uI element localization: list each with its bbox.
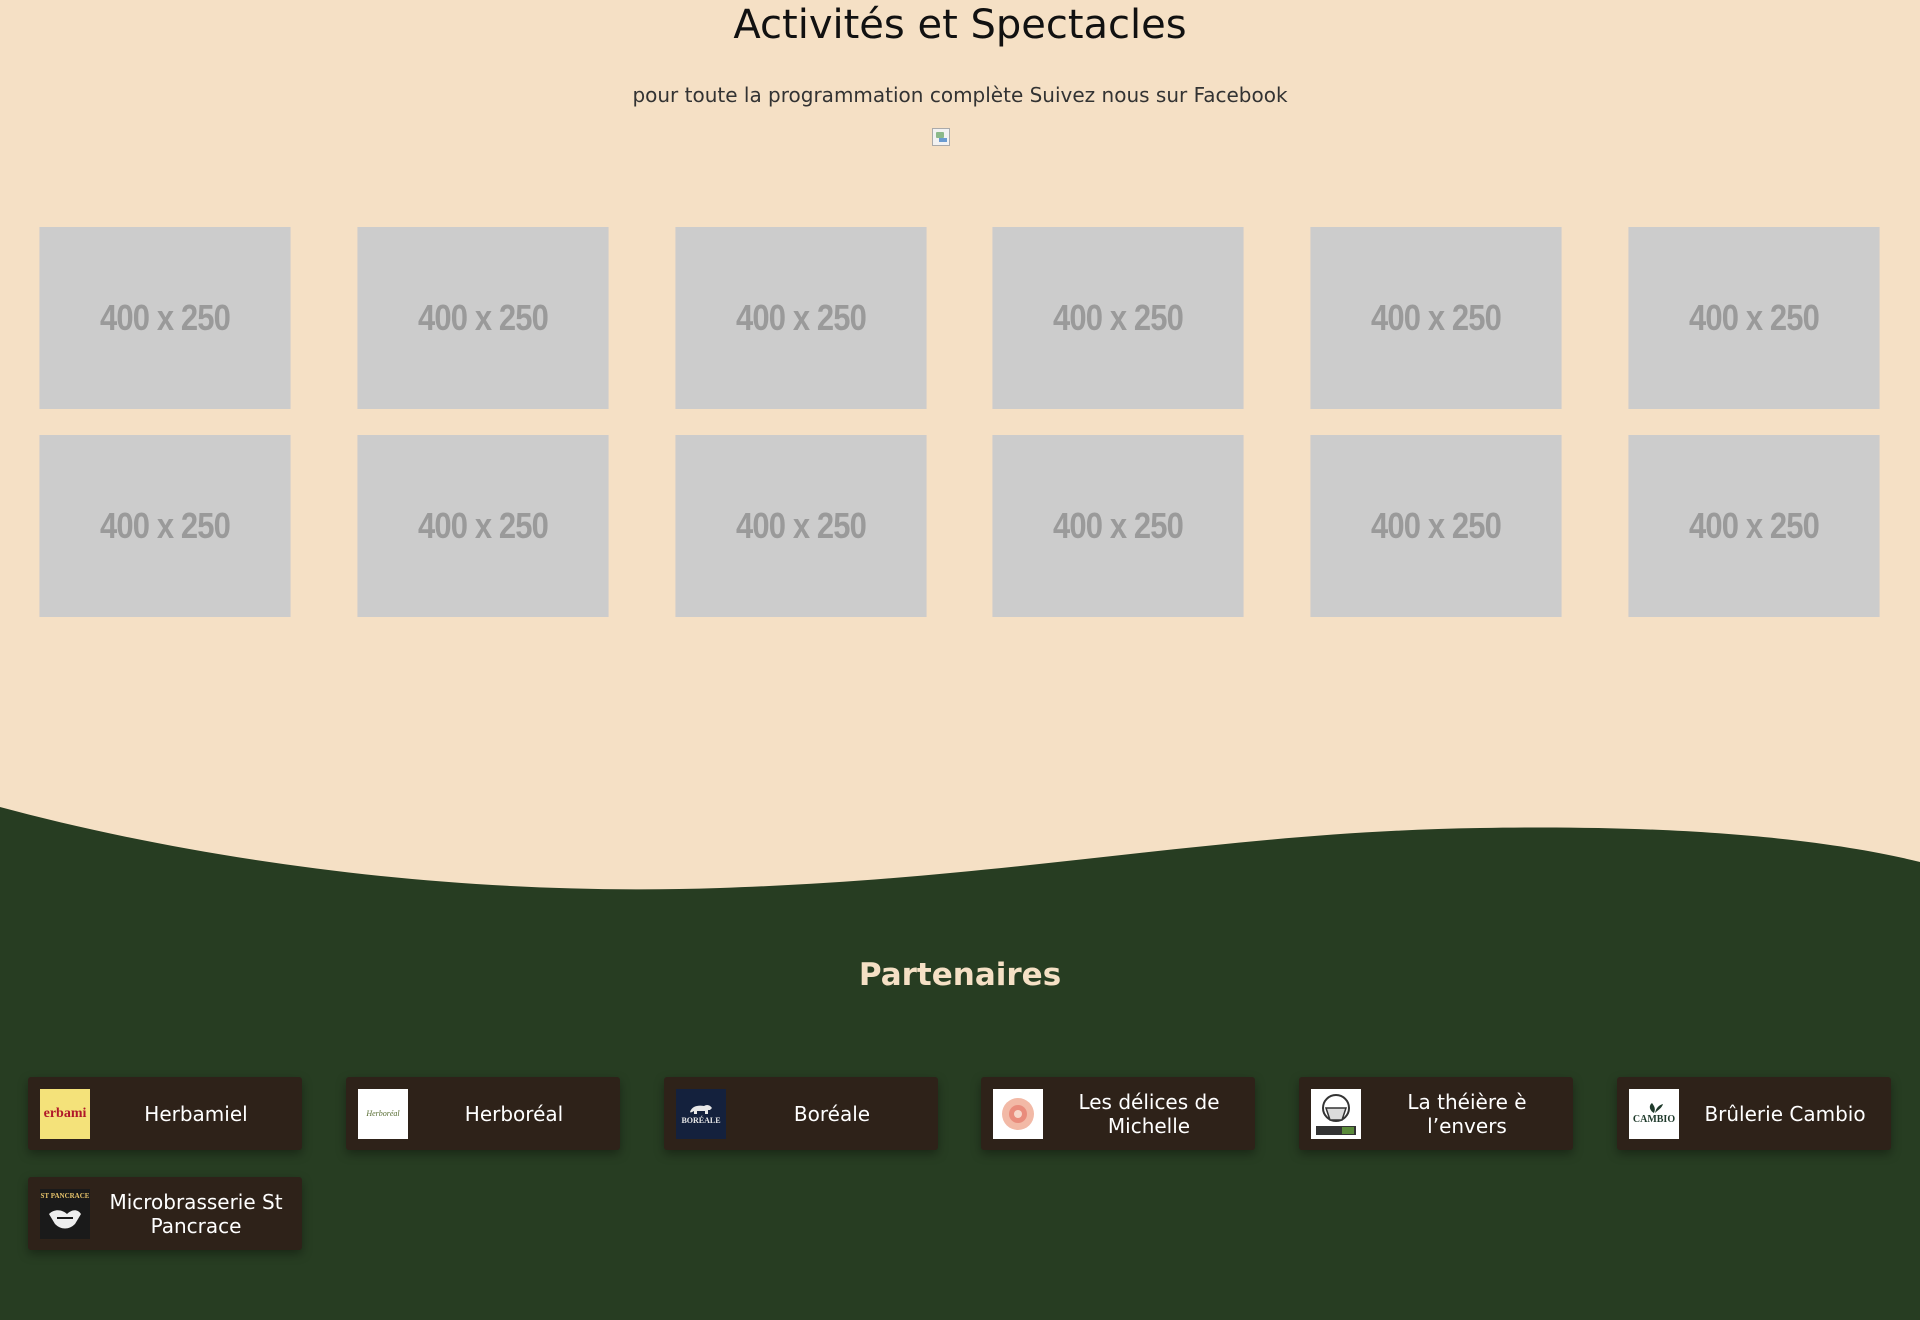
teapot-icon <box>1316 1093 1356 1135</box>
gallery-tile[interactable]: 400 x 250 <box>39 435 291 617</box>
partner-name: Herbamiel <box>144 1101 248 1126</box>
logo-text: CAMBIO <box>1632 1114 1676 1125</box>
logo-text: Herboréal <box>366 1109 400 1118</box>
placeholder-label: 400 x 250 <box>736 297 867 338</box>
boreale-logo-icon: BORÉALE <box>676 1088 726 1139</box>
activities-section: Activités et Spectacles pour toute la pr… <box>0 0 1920 800</box>
page-title: Activités et Spectacles <box>733 2 1187 48</box>
herboreal-logo-icon: Herboréal <box>358 1088 408 1139</box>
gallery-tile[interactable]: 400 x 250 <box>39 227 291 409</box>
placeholder-label: 400 x 250 <box>1689 297 1820 338</box>
logo-text: BORÉALE <box>681 1116 721 1125</box>
partner-card-herboreal[interactable]: Herboréal Herboréal <box>346 1077 620 1150</box>
partner-name: La théière è l’envers <box>1407 1089 1527 1138</box>
gallery-tile[interactable]: 400 x 250 <box>1310 435 1562 617</box>
partner-card-delices-michelle[interactable]: Les délices de Michelle <box>981 1077 1255 1150</box>
gallery-tile[interactable]: 400 x 250 <box>675 435 927 617</box>
gallery-tile[interactable]: 400 x 250 <box>675 227 927 409</box>
placeholder-label: 400 x 250 <box>1053 297 1184 338</box>
facebook-link[interactable]: Facebook <box>1194 83 1288 107</box>
placeholder-label: 400 x 250 <box>1371 297 1502 338</box>
placeholder-label: 400 x 250 <box>1371 505 1502 546</box>
partner-card-theiere[interactable]: La théière è l’envers <box>1299 1077 1573 1150</box>
partner-card-st-pancrace[interactable]: ST PANCRACE Microbrasserie St Pancrace <box>28 1177 302 1250</box>
partner-name: Les délices de Michelle <box>1078 1089 1220 1138</box>
theiere-logo-icon <box>1311 1088 1361 1139</box>
pastry-circle-icon <box>1002 1097 1034 1130</box>
delices-michelle-logo-icon <box>993 1088 1043 1139</box>
bear-icon <box>690 1104 712 1114</box>
subtitle-text: pour toute la programmation complète Sui… <box>632 83 1194 107</box>
partner-name: Boréale <box>793 1101 871 1126</box>
placeholder-label: 400 x 250 <box>418 297 549 338</box>
placeholder-label: 400 x 250 <box>418 505 549 546</box>
hands-emblem-icon <box>49 1209 81 1228</box>
placeholder-label: 400 x 250 <box>100 505 231 546</box>
logo-text: ST PANCRACE <box>40 1191 90 1200</box>
placeholder-label: 400 x 250 <box>736 505 867 546</box>
gallery-tile[interactable]: 400 x 250 <box>1628 227 1880 409</box>
partners-heading: Partenaires <box>858 957 1062 993</box>
gallery-tile[interactable]: 400 x 250 <box>1310 227 1562 409</box>
gallery-tile[interactable]: 400 x 250 <box>357 435 609 617</box>
gallery-tile[interactable]: 400 x 250 <box>1628 435 1880 617</box>
st-pancrace-logo-icon: ST PANCRACE <box>40 1188 90 1239</box>
activities-subtitle: pour toute la programmation complète Sui… <box>0 80 1920 110</box>
gallery-tile[interactable]: 400 x 250 <box>992 227 1244 409</box>
gallery-tile[interactable]: 400 x 250 <box>992 435 1244 617</box>
cambio-logo-icon: CAMBIO <box>1629 1088 1679 1139</box>
partner-name: Microbrasserie St Pancrace <box>109 1189 283 1238</box>
placeholder-label: 400 x 250 <box>1689 505 1820 546</box>
leaf-icon <box>1649 1103 1663 1113</box>
logo-text: erbami <box>43 1105 87 1121</box>
broken-image-icon <box>932 128 950 146</box>
placeholder-label: 400 x 250 <box>100 297 231 338</box>
partner-card-cambio[interactable]: CAMBIO Brûlerie Cambio <box>1617 1077 1891 1150</box>
herbamiel-logo-icon: erbami <box>40 1088 90 1139</box>
placeholder-label: 400 x 250 <box>1053 505 1184 546</box>
partner-name: Herboréal <box>464 1101 564 1126</box>
partner-name: Brûlerie Cambio <box>1704 1101 1866 1126</box>
partner-card-boreale[interactable]: BORÉALE Boréale <box>664 1077 938 1150</box>
gallery-tile[interactable]: 400 x 250 <box>357 227 609 409</box>
partner-card-herbamiel[interactable]: erbami Herbamiel <box>28 1077 302 1150</box>
